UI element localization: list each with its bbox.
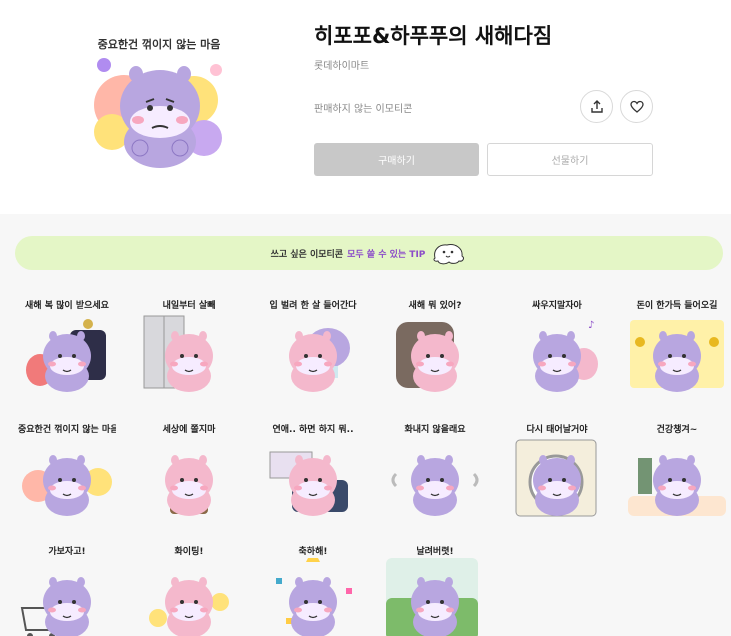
sticker-caption: 가보자고! bbox=[48, 547, 86, 557]
sticker-item[interactable]: 연애.. 하면 하지 뭐.. bbox=[264, 422, 362, 520]
sticker-caption: 입 벌려 한 살 들어간다 bbox=[269, 301, 357, 311]
sticker-image bbox=[143, 315, 213, 392]
sticker-caption: 새해 뭐 있어? bbox=[408, 301, 462, 311]
sticker-item[interactable]: 화내지 않을래요 bbox=[386, 422, 484, 520]
hero-sticker: 중요한건 꺾이지 않는 마음 bbox=[84, 30, 234, 170]
not-for-sale-label: 판매하지 않는 이모티콘 bbox=[314, 104, 413, 115]
sticker-image bbox=[149, 577, 229, 636]
sticker-caption: 다시 태어날거야 bbox=[526, 425, 588, 435]
sticker-image: ♪ bbox=[533, 320, 598, 392]
sticker-image bbox=[630, 320, 724, 392]
buy-button[interactable]: 구매하기 bbox=[314, 143, 479, 176]
sticker-image bbox=[22, 455, 112, 516]
tip-highlight: 모두 쓸 수 있는 TIP bbox=[347, 249, 426, 260]
sticker-item[interactable]: 축하해! bbox=[264, 544, 362, 636]
sticker-caption: 화이팅! bbox=[174, 547, 204, 557]
sticker-image bbox=[20, 577, 91, 636]
sticker-item[interactable]: 화이팅! bbox=[140, 544, 238, 636]
sticker-item[interactable]: 내일부터 살빼 bbox=[140, 298, 238, 396]
sticker-caption: 내일부터 살빼 bbox=[162, 301, 216, 311]
tip-banner[interactable]: 쓰고 싶은 이모티콘 모두 쓸 수 있는 TIP bbox=[15, 236, 723, 270]
sticker-item[interactable]: 다시 태어날거야 bbox=[508, 422, 606, 520]
sticker-image bbox=[276, 558, 352, 636]
author-link[interactable]: 롯데하이마트 bbox=[314, 57, 369, 72]
sticker-image bbox=[515, 439, 597, 517]
tip-text: 쓰고 싶은 이모티콘 bbox=[270, 249, 344, 260]
sticker-item[interactable]: 새해 뭐 있어? bbox=[386, 298, 484, 396]
sticker-item[interactable]: 가보자고! bbox=[18, 544, 116, 636]
sticker-item[interactable]: 돈이 한가득 들어오길 bbox=[628, 298, 726, 396]
sticker-item[interactable]: 세상에 쫄지마 bbox=[140, 422, 238, 520]
sticker-caption: 화내지 않을래요 bbox=[404, 425, 466, 435]
gift-button[interactable]: 선물하기 bbox=[487, 143, 653, 176]
sticker-image bbox=[386, 558, 478, 636]
svg-text:♪: ♪ bbox=[588, 320, 594, 331]
sticker-caption: 세상에 쫄지마 bbox=[162, 425, 216, 435]
sticker-image bbox=[26, 319, 106, 392]
sticker-image bbox=[289, 328, 350, 392]
share-button[interactable] bbox=[580, 90, 613, 123]
sticker-caption: 돈이 한가득 들어오길 bbox=[636, 301, 718, 311]
heart-icon bbox=[629, 100, 644, 113]
sticker-item[interactable]: 새해 복 많이 받으세요 bbox=[18, 298, 116, 396]
sticker-item[interactable]: 날려버렷! bbox=[386, 544, 484, 636]
sticker-caption: 싸우지말자아 bbox=[532, 301, 582, 311]
sticker-image bbox=[628, 455, 726, 516]
sticker-caption: 새해 복 많이 받으세요 bbox=[25, 301, 109, 311]
sticker-caption: 건강챙겨~ bbox=[656, 425, 698, 435]
sticker-caption: 축하해! bbox=[298, 547, 328, 557]
hero-caption: 중요한건 꺾이지 않는 마음 bbox=[97, 38, 221, 51]
sticker-list-section: 쓰고 싶은 이모티콘 모두 쓸 수 있는 TIP 새해 복 많이 받으세요 내일부… bbox=[0, 214, 731, 636]
sticker-item[interactable]: 중요한건 꺾이지 않는 마음 bbox=[18, 422, 116, 520]
sticker-image bbox=[165, 455, 213, 516]
sticker-item[interactable]: 입 벌려 한 살 들어간다 bbox=[264, 298, 362, 396]
sticker-image bbox=[396, 322, 459, 392]
sticker-item[interactable]: 건강챙겨~ bbox=[628, 422, 726, 520]
like-button[interactable] bbox=[620, 90, 653, 123]
sticker-image bbox=[391, 455, 479, 516]
ghost-mascot-icon bbox=[433, 244, 465, 265]
sticker-header: 중요한건 꺾이지 않는 마음 히포포&하푸푸의 새해다짐 롯데하이마트 판매하지… bbox=[0, 0, 731, 214]
sticker-caption: 중요한건 꺾이지 않는 마음 bbox=[18, 425, 116, 435]
share-icon bbox=[590, 99, 603, 113]
sticker-image bbox=[269, 451, 348, 516]
sticker-caption: 연애.. 하면 하지 뭐.. bbox=[272, 425, 354, 435]
sticker-caption: 날려버렷! bbox=[416, 547, 454, 557]
sticker-item[interactable]: 싸우지말자아 ♪ bbox=[508, 298, 606, 396]
page-title: 히포포&하푸푸의 새해다짐 bbox=[314, 24, 553, 48]
